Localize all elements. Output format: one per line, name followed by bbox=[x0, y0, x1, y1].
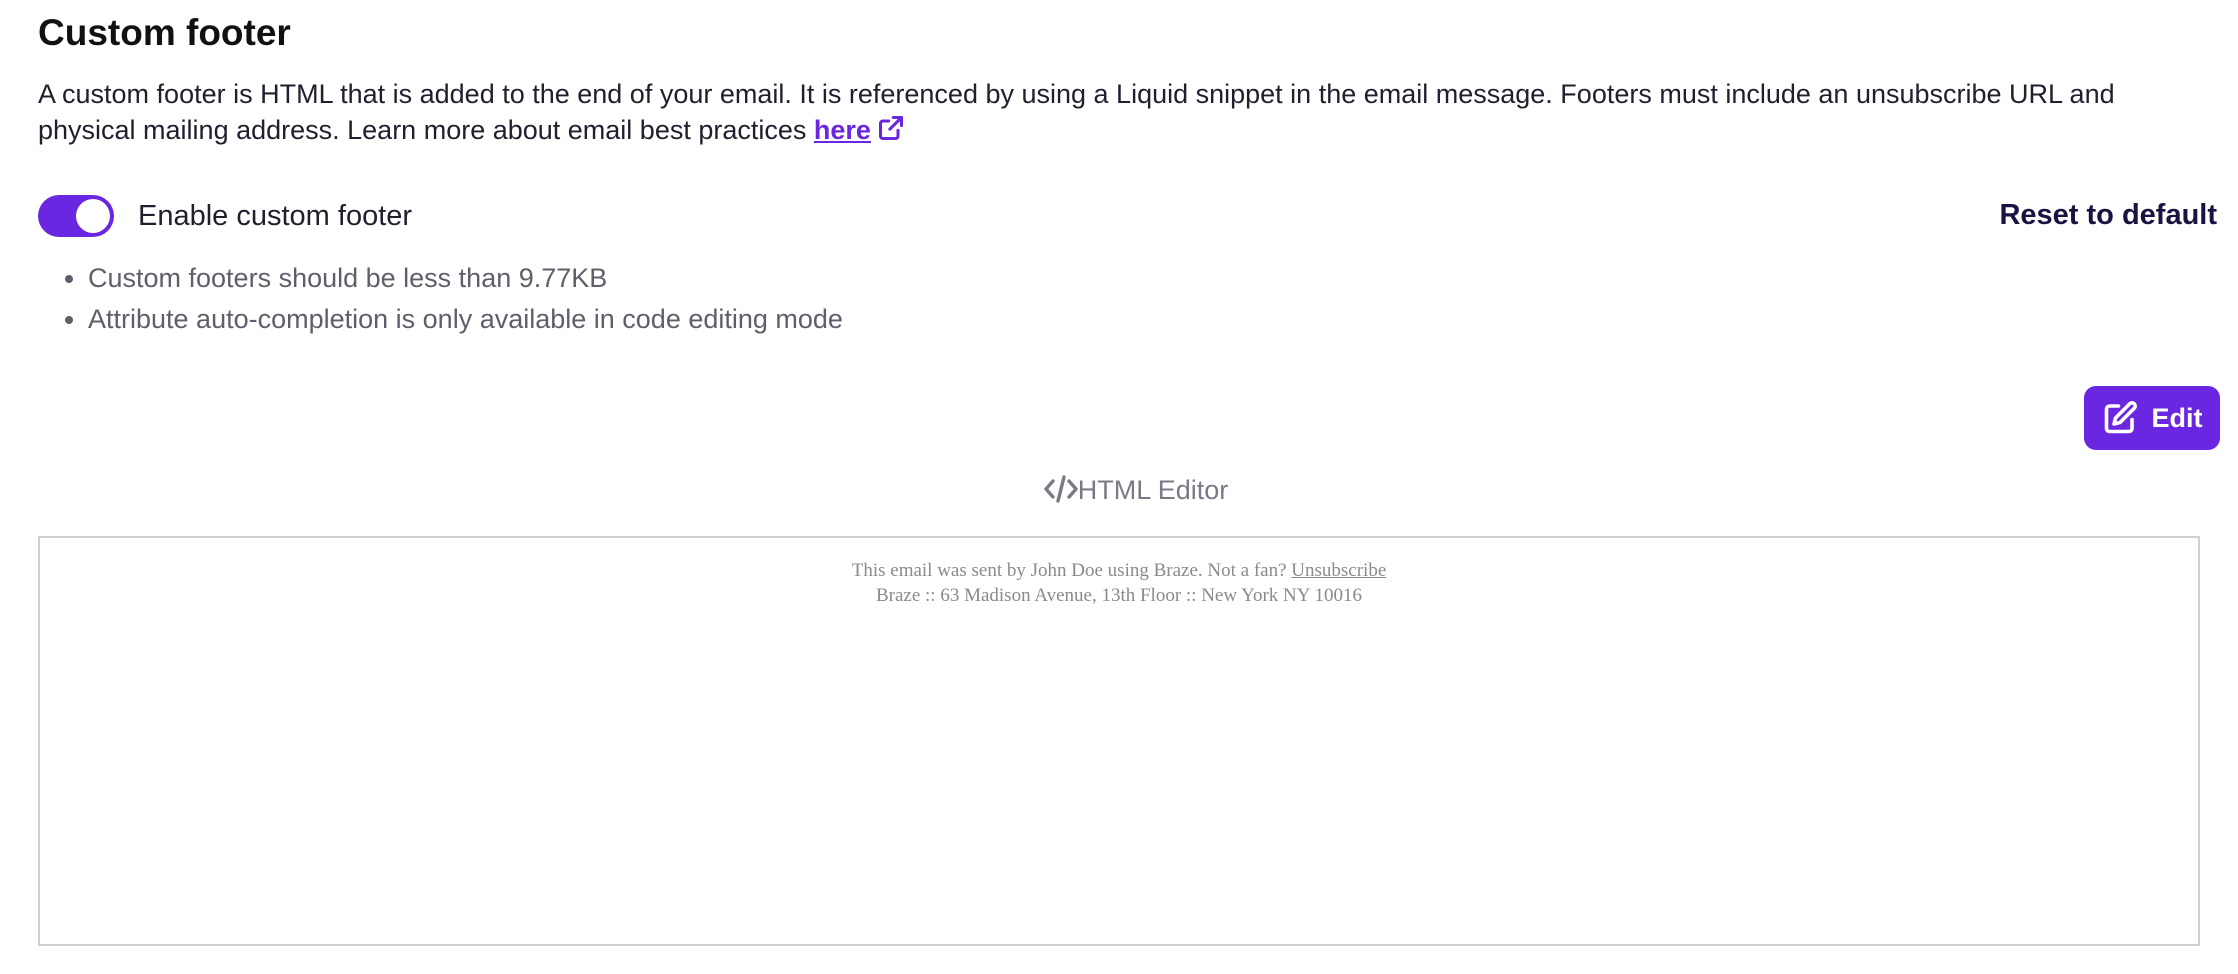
toggle-knob bbox=[76, 199, 110, 233]
footer-preview-content: This email was sent by John Doe using Br… bbox=[40, 558, 2198, 608]
note-item: Attribute auto-completion is only availa… bbox=[88, 299, 843, 340]
enable-footer-toggle[interactable] bbox=[38, 195, 114, 237]
html-editor-label: HTML Editor bbox=[1077, 475, 1229, 505]
custom-footer-section: Custom footer A custom footer is HTML th… bbox=[38, 0, 2220, 974]
preview-line-1: This email was sent by John Doe using Br… bbox=[40, 558, 2198, 583]
edit-button[interactable]: Edit bbox=[2084, 386, 2220, 450]
code-icon bbox=[1044, 475, 1078, 503]
reset-to-default-button[interactable]: Reset to default bbox=[1999, 199, 2217, 232]
edit-button-label: Edit bbox=[2151, 402, 2203, 433]
footer-notes-list: Custom footers should be less than 9.77K… bbox=[38, 258, 843, 340]
section-title: Custom footer bbox=[38, 12, 291, 53]
section-description: A custom footer is HTML that is added to… bbox=[38, 76, 2218, 148]
best-practices-link[interactable]: here bbox=[814, 115, 871, 145]
external-link-icon[interactable] bbox=[877, 114, 905, 142]
preview-sent-by-text: This email was sent by John Doe using Br… bbox=[851, 560, 1287, 581]
html-editor-heading: HTML Editor bbox=[38, 474, 2234, 506]
unsubscribe-link[interactable]: Unsubscribe bbox=[1291, 560, 1386, 581]
preview-address-line: Braze :: 63 Madison Avenue, 13th Floor :… bbox=[875, 585, 1363, 606]
enable-footer-row: Enable custom footer bbox=[38, 193, 412, 239]
edit-icon bbox=[2104, 401, 2137, 434]
description-text: A custom footer is HTML that is added to… bbox=[38, 79, 2115, 145]
enable-footer-label: Enable custom footer bbox=[138, 199, 413, 232]
note-item: Custom footers should be less than 9.77K… bbox=[88, 258, 843, 299]
footer-preview-frame[interactable]: This email was sent by John Doe using Br… bbox=[38, 536, 2200, 946]
